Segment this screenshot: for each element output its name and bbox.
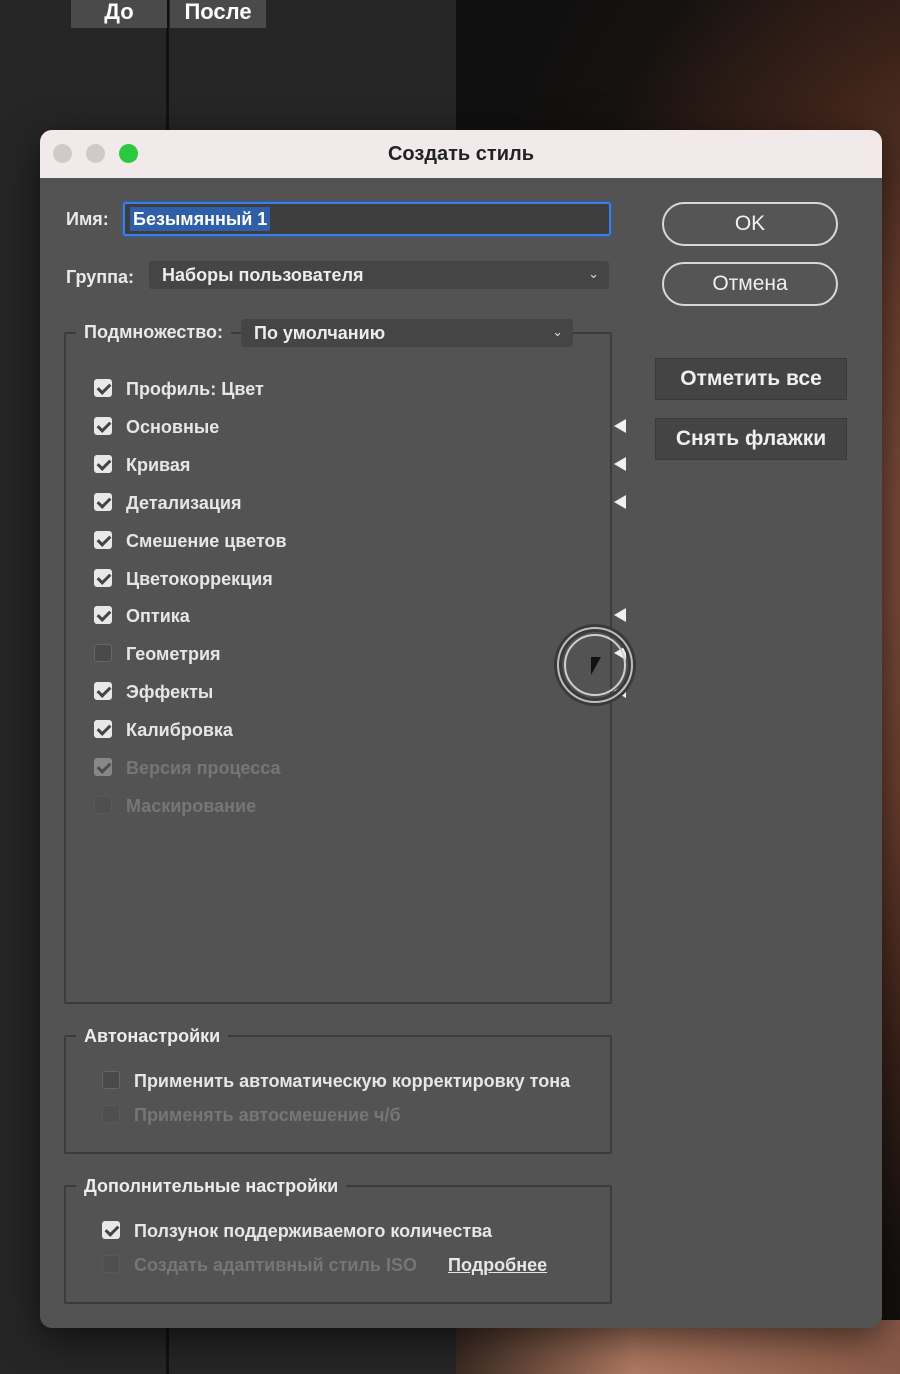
- expand-arrow-icon[interactable]: [614, 418, 626, 433]
- checkbox[interactable]: [94, 720, 112, 739]
- uncheck-all-button[interactable]: Снять флажки: [655, 418, 847, 460]
- checkbox[interactable]: [102, 1221, 120, 1239]
- subset-select-value: По умолчанию: [254, 323, 386, 343]
- group-select[interactable]: Наборы пользователя ⌄: [149, 261, 609, 289]
- check-all-button[interactable]: Отметить все: [655, 358, 847, 400]
- checkbox[interactable]: [94, 682, 112, 701]
- checkbox[interactable]: [94, 606, 112, 625]
- checkbox: [94, 758, 112, 776]
- cancel-button[interactable]: Отмена: [662, 262, 838, 306]
- checkbox[interactable]: [94, 568, 112, 587]
- setting-label: Применить автоматическую корректировку т…: [134, 1071, 571, 1091]
- setting-label: Ползунок поддерживаемого количества: [134, 1221, 493, 1241]
- setting-label: Кривая: [126, 454, 191, 475]
- before-button[interactable]: До: [71, 0, 167, 28]
- subset-group: Профиль: Цвет Основные Кривая Детализация См…: [64, 332, 633, 1004]
- setting-label: Профиль: Цвет: [126, 379, 264, 399]
- chevron-down-icon: ⌄: [588, 266, 599, 281]
- after-button[interactable]: После: [170, 0, 266, 28]
- create-preset-dialog: Создать стиль Имя: Безымянный 1 Группа: …: [40, 130, 882, 1328]
- setting-label: Калибровка: [126, 720, 233, 741]
- setting-label: Цветокоррекция: [126, 568, 273, 589]
- checkbox: [102, 1105, 120, 1123]
- checkbox[interactable]: [94, 530, 112, 549]
- setting-label: Детализация: [126, 492, 242, 513]
- auto-settings-group: Применить автоматическую корректировку т…: [64, 1035, 612, 1154]
- checkbox: [94, 795, 112, 814]
- name-input[interactable]: Безымянный 1: [123, 202, 611, 236]
- setting-label: Применять автосмешение ч/б: [134, 1105, 401, 1125]
- setting-label: Создать адаптивный стиль ISO: [134, 1255, 417, 1275]
- setting-label: Смешение цветов: [126, 530, 287, 551]
- group-label: Группа:: [66, 267, 135, 287]
- expand-arrow-icon[interactable]: [614, 608, 626, 623]
- title-bar: Создать стиль: [40, 130, 882, 178]
- ok-button[interactable]: OK: [662, 202, 838, 246]
- advanced-settings-group: Ползунок поддерживаемого количества Созда…: [64, 1185, 612, 1304]
- checkbox[interactable]: [94, 379, 112, 397]
- name-label: Имя:: [66, 209, 109, 229]
- checkbox[interactable]: [102, 1071, 120, 1089]
- checkbox: [102, 1255, 120, 1273]
- chevron-down-icon: ⌄: [552, 324, 563, 339]
- setting-label: Геометрия: [126, 644, 221, 665]
- checkbox[interactable]: [94, 416, 112, 435]
- name-input-value: Безымянный 1: [130, 207, 271, 231]
- setting-label: Оптика: [126, 606, 190, 627]
- subset-label: Подмножество:: [76, 322, 232, 343]
- setting-label: Эффекты: [126, 682, 214, 703]
- checkbox[interactable]: [94, 492, 112, 511]
- setting-label: Версия процесса: [126, 758, 281, 778]
- setting-label: Маскирование: [126, 795, 257, 816]
- expand-arrow-icon[interactable]: [614, 494, 626, 509]
- group-select-value: Наборы пользователя: [162, 265, 364, 285]
- dialog-title: Создать стиль: [387, 143, 534, 165]
- setting-label: Основные: [126, 416, 220, 437]
- subset-select[interactable]: По умолчанию ⌄: [241, 319, 573, 347]
- photo-preview-bottom: [456, 1320, 900, 1374]
- expand-arrow-icon[interactable]: [614, 456, 626, 471]
- pointer-cursor-icon: [591, 657, 607, 675]
- checkbox[interactable]: [94, 644, 112, 663]
- advanced-settings-title: Дополнительные настройки: [76, 1176, 347, 1197]
- checkbox[interactable]: [94, 454, 112, 473]
- auto-settings-title: Автонастройки: [76, 1026, 229, 1047]
- learn-more-link[interactable]: Подробнее: [448, 1255, 547, 1276]
